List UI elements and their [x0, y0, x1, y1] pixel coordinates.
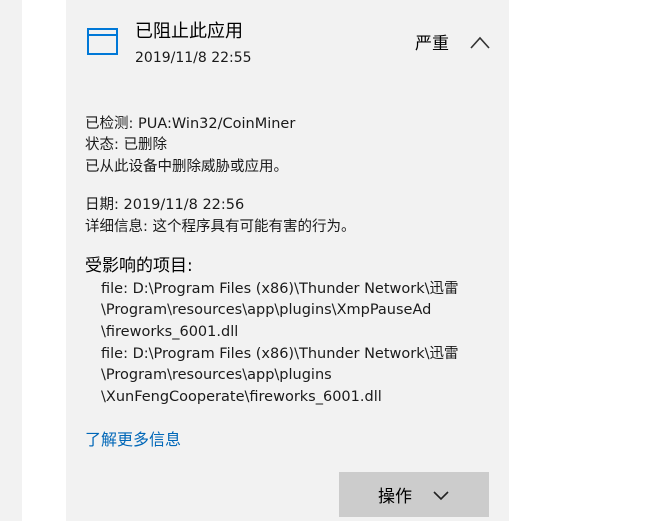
- affected-item-line: \fireworks_6001.dll: [101, 324, 239, 340]
- affected-item-line: \Program\resources\app\plugins\XmpPauseA…: [101, 302, 432, 318]
- threat-title: 已阻止此应用: [135, 21, 243, 42]
- affected-item-line: file: D:\Program Files (x86)\Thunder Net…: [101, 346, 459, 362]
- actions-button-label: 操作: [378, 487, 412, 507]
- adjacent-panel: [0, 0, 22, 521]
- chevron-up-icon: [470, 36, 490, 49]
- affected-item-line: file: D:\Program Files (x86)\Thunder Net…: [101, 281, 459, 297]
- removal-note: 已从此设备中删除威胁或应用。: [85, 159, 288, 175]
- chevron-down-icon: [433, 490, 449, 500]
- severity-label: 严重: [415, 34, 449, 54]
- date-line: 日期: 2019/11/8 22:56: [85, 197, 245, 213]
- threat-timestamp: 2019/11/8 22:55: [135, 50, 252, 66]
- threat-card: 已阻止此应用 2019/11/8 22:55 严重 已检测: PUA:Win32…: [66, 0, 509, 521]
- details-line: 详细信息: 这个程序具有可能有害的行为。: [85, 219, 356, 235]
- actions-button[interactable]: 操作: [339, 472, 489, 517]
- learn-more-link[interactable]: 了解更多信息: [85, 429, 181, 451]
- app-window-icon: [87, 28, 118, 55]
- collapse-button[interactable]: [466, 32, 494, 54]
- status-line: 状态: 已删除: [85, 137, 167, 153]
- affected-items-title: 受影响的项目:: [85, 256, 193, 276]
- affected-item-line: \Program\resources\app\plugins: [101, 367, 332, 383]
- affected-item-line: \XunFengCooperate\fireworks_6001.dll: [101, 389, 382, 405]
- detected-line: 已检测: PUA:Win32/CoinMiner: [85, 116, 296, 132]
